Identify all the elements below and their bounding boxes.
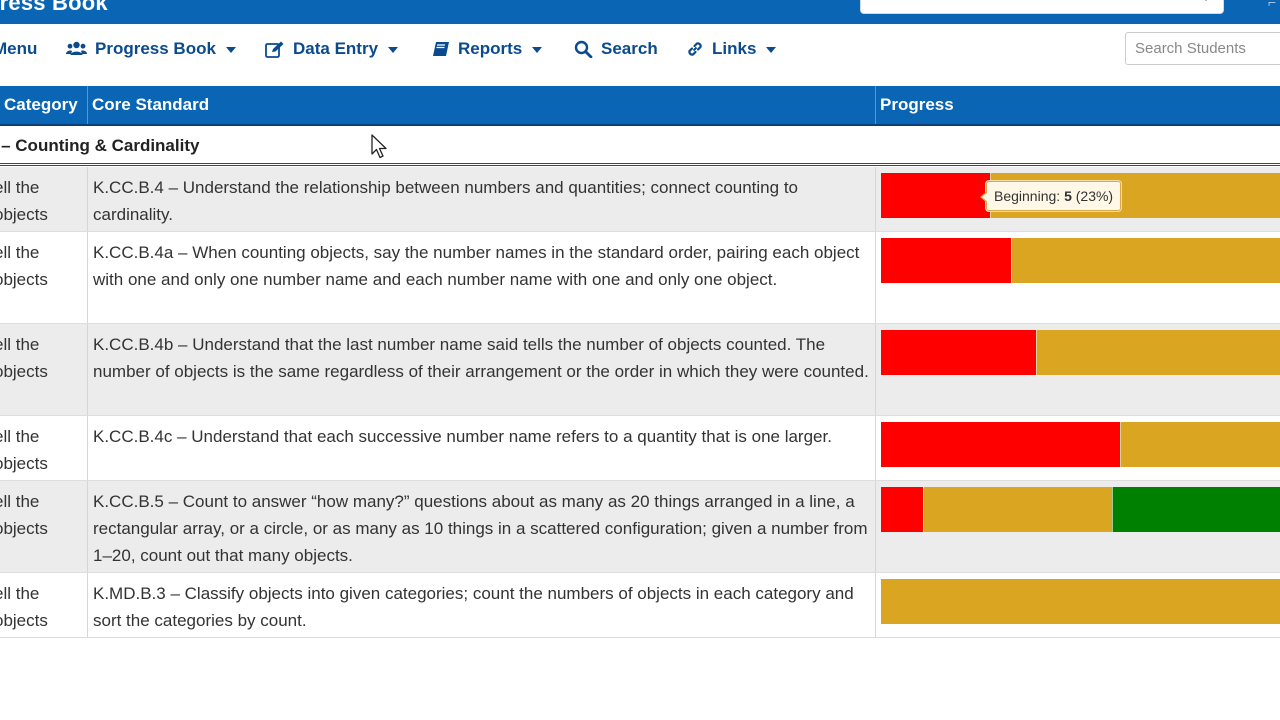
progress-cell bbox=[876, 232, 1280, 323]
progress-bar[interactable] bbox=[881, 579, 1280, 624]
category-text: ell the objects bbox=[0, 243, 48, 289]
progress-cell bbox=[876, 481, 1280, 572]
search-icon bbox=[574, 40, 593, 58]
category-text: ell the objects bbox=[0, 335, 48, 381]
chevron-down-icon bbox=[225, 46, 236, 53]
table-header: Category Core Standard Progress bbox=[0, 86, 1280, 126]
column-header-core-standard[interactable]: Core Standard bbox=[88, 86, 876, 124]
progress-segment-developing[interactable] bbox=[881, 579, 1280, 624]
nav-progress-book[interactable]: Progress Book bbox=[66, 38, 236, 60]
app-title: gress Book bbox=[0, 0, 108, 15]
edit-icon bbox=[265, 41, 284, 58]
column-header-progress[interactable]: Progress bbox=[876, 86, 1280, 124]
category-text: ell the objects bbox=[0, 584, 48, 630]
book-icon bbox=[433, 42, 449, 56]
progress-cell bbox=[876, 324, 1280, 415]
nav-search-label: Search bbox=[601, 39, 658, 58]
progress-bar[interactable] bbox=[881, 422, 1280, 467]
nav-menu[interactable]: Menu bbox=[0, 38, 37, 60]
category-cell: ell the objects bbox=[0, 481, 88, 572]
nav-reports[interactable]: Reports bbox=[432, 38, 543, 60]
category-cell: ell the objects bbox=[0, 416, 88, 480]
category-cell: ell the objects bbox=[0, 324, 88, 415]
progress-tooltip: Beginning: 5 (23%) bbox=[979, 181, 1122, 211]
progress-segment-developing[interactable] bbox=[1036, 330, 1280, 375]
progress-bar[interactable] bbox=[881, 330, 1280, 375]
mouse-cursor-icon bbox=[371, 134, 387, 159]
core-standard-cell: K.CC.B.4b – Understand that the last num… bbox=[88, 324, 876, 415]
category-text: ell the objects bbox=[0, 427, 48, 473]
column-header-category[interactable]: Category bbox=[0, 86, 88, 124]
core-standard-cell: K.CC.B.5 – Count to answer “how many?” q… bbox=[88, 481, 876, 572]
nav-progress-book-label: Progress Book bbox=[95, 39, 216, 58]
nav-search[interactable]: Search bbox=[574, 38, 658, 60]
core-standard-cell: K.CC.B.4 – Understand the relationship b… bbox=[88, 167, 876, 231]
chevron-down-icon bbox=[388, 46, 399, 53]
chevron-down-icon bbox=[532, 46, 543, 53]
progress-segment-beginning[interactable] bbox=[881, 173, 990, 218]
progress-segment-beginning[interactable] bbox=[881, 238, 1011, 283]
progress-cell bbox=[876, 573, 1280, 637]
category-cell: ell the objects bbox=[0, 232, 88, 323]
progress-segment-developing[interactable] bbox=[923, 487, 1112, 532]
nav-links-label: Links bbox=[712, 39, 757, 58]
nav-data-entry[interactable]: Data Entry bbox=[265, 38, 399, 60]
users-icon bbox=[66, 41, 87, 55]
nav-menu-label: Menu bbox=[0, 39, 38, 58]
global-search-input[interactable] bbox=[860, 0, 1224, 14]
search-students-input[interactable] bbox=[1125, 32, 1280, 65]
progress-cell bbox=[876, 416, 1280, 480]
tooltip-label: Beginning: bbox=[994, 188, 1065, 204]
core-standard-cell: K.CC.B.4c – Understand that each success… bbox=[88, 416, 876, 480]
header-edge-icon: ⌐ bbox=[1268, 0, 1277, 10]
nav-links[interactable]: Links bbox=[686, 38, 777, 60]
table-row[interactable]: ell the objects K.CC.B.4a – When counting… bbox=[0, 232, 1280, 324]
table-row[interactable]: ell the objects K.CC.B.4b – Understand th… bbox=[0, 324, 1280, 416]
tooltip-percent: (23%) bbox=[1075, 188, 1114, 204]
category-cell: ell the objects bbox=[0, 167, 88, 231]
table-row[interactable]: ell the objects K.CC.B.4c – Understand th… bbox=[0, 416, 1280, 481]
core-standard-cell: K.MD.B.3 – Classify objects into given c… bbox=[88, 573, 876, 637]
main-navigation: Menu Progress Book Data Entry Reports Se… bbox=[0, 24, 1280, 74]
progress-segment-beginning[interactable] bbox=[881, 487, 923, 532]
progress-segment-beginning[interactable] bbox=[881, 330, 1036, 375]
category-text: ell the objects bbox=[0, 492, 48, 538]
table-row[interactable]: ell the objects K.CC.B.5 – Count to answe… bbox=[0, 481, 1280, 573]
link-icon bbox=[688, 42, 702, 56]
progress-bar[interactable] bbox=[881, 238, 1280, 283]
nav-reports-label: Reports bbox=[458, 39, 523, 58]
category-text: ell the objects bbox=[0, 178, 48, 224]
section-title: n – Counting & Cardinality bbox=[0, 136, 200, 155]
section-header-row: n – Counting & Cardinality bbox=[0, 126, 1280, 166]
nav-data-entry-label: Data Entry bbox=[293, 39, 379, 58]
category-cell: ell the objects bbox=[0, 573, 88, 637]
progress-segment-beginning[interactable] bbox=[881, 422, 1120, 467]
progress-segment-secure[interactable] bbox=[1112, 487, 1280, 532]
app-header-bar: gress Book ⌐ bbox=[0, 0, 1280, 24]
progress-segment-developing[interactable] bbox=[1011, 238, 1280, 283]
chevron-down-icon bbox=[766, 46, 777, 53]
core-standard-cell: K.CC.B.4a – When counting objects, say t… bbox=[88, 232, 876, 323]
table-row[interactable]: ell the objects K.MD.B.3 – Classify objec… bbox=[0, 573, 1280, 638]
progress-segment-developing[interactable] bbox=[1120, 422, 1280, 467]
progress-bar[interactable] bbox=[881, 487, 1280, 532]
search-dropdown-indicator bbox=[1197, 0, 1207, 1]
tooltip-count: 5 bbox=[1064, 188, 1072, 204]
